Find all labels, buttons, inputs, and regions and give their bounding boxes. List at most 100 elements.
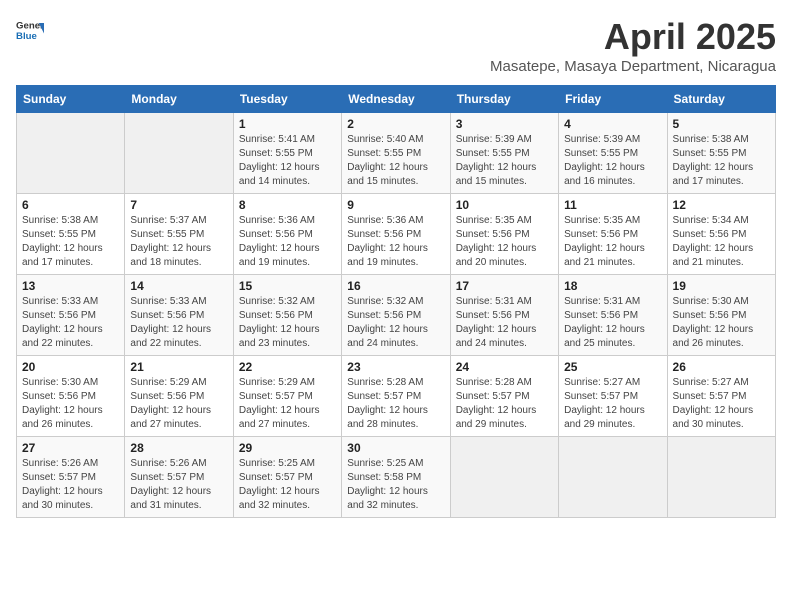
day-number: 10	[456, 198, 553, 212]
day-cell: 13 Sunrise: 5:33 AMSunset: 5:56 PMDayligh…	[17, 275, 125, 356]
day-number: 14	[130, 279, 227, 293]
day-info: Sunrise: 5:34 AMSunset: 5:56 PMDaylight:…	[673, 215, 754, 268]
week-row-2: 6Sunrise: 5:38 AMSunset: 5:55 PMDaylight…	[17, 194, 776, 275]
day-cell: 28 Sunrise: 5:26 AMSunset: 5:57 PMDayligh…	[125, 437, 233, 518]
day-info: Sunrise: 5:26 AMSunset: 5:57 PMDaylight:…	[130, 458, 211, 511]
day-cell: 22 Sunrise: 5:29 AMSunset: 5:57 PMDayligh…	[233, 356, 341, 437]
day-number: 18	[564, 279, 661, 293]
day-info: Sunrise: 5:38 AMSunset: 5:55 PMDaylight:…	[673, 134, 754, 187]
day-cell: 11 Sunrise: 5:35 AMSunset: 5:56 PMDayligh…	[559, 194, 667, 275]
week-row-1: 1Sunrise: 5:41 AMSunset: 5:55 PMDaylight…	[17, 113, 776, 194]
day-cell: 16 Sunrise: 5:32 AMSunset: 5:56 PMDayligh…	[342, 275, 450, 356]
day-number: 4	[564, 117, 661, 131]
day-number: 2	[347, 117, 444, 131]
day-cell: 3 Sunrise: 5:39 AMSunset: 5:55 PMDaylight…	[450, 113, 558, 194]
day-info: Sunrise: 5:28 AMSunset: 5:57 PMDaylight:…	[456, 377, 537, 430]
calendar-table: SundayMondayTuesdayWednesdayThursdayFrid…	[16, 85, 776, 518]
day-number: 17	[456, 279, 553, 293]
day-info: Sunrise: 5:35 AMSunset: 5:56 PMDaylight:…	[564, 215, 645, 268]
week-row-4: 20 Sunrise: 5:30 AMSunset: 5:56 PMDayligh…	[17, 356, 776, 437]
day-number: 20	[22, 360, 119, 374]
logo-icon: General Blue	[16, 16, 44, 44]
day-cell: 15 Sunrise: 5:32 AMSunset: 5:56 PMDayligh…	[233, 275, 341, 356]
day-cell: 26 Sunrise: 5:27 AMSunset: 5:57 PMDayligh…	[667, 356, 775, 437]
day-info: Sunrise: 5:29 AMSunset: 5:57 PMDaylight:…	[239, 377, 320, 430]
day-cell: 29Sunrise: 5:25 AMSunset: 5:57 PMDayligh…	[233, 437, 341, 518]
day-cell: 8 Sunrise: 5:36 AMSunset: 5:56 PMDaylight…	[233, 194, 341, 275]
page-header: General Blue April 2025 Masatepe, Masaya…	[16, 16, 776, 75]
day-cell: 4Sunrise: 5:39 AMSunset: 5:55 PMDaylight…	[559, 113, 667, 194]
logo: General Blue	[16, 16, 44, 44]
day-cell: 18Sunrise: 5:31 AMSunset: 5:56 PMDayligh…	[559, 275, 667, 356]
day-headers-row: SundayMondayTuesdayWednesdayThursdayFrid…	[17, 86, 776, 113]
title-area: April 2025 Masatepe, Masaya Department, …	[490, 16, 776, 75]
day-number: 6	[22, 198, 119, 212]
day-cell: 10 Sunrise: 5:35 AMSunset: 5:56 PMDayligh…	[450, 194, 558, 275]
day-number: 19	[673, 279, 770, 293]
day-number: 29	[239, 441, 336, 455]
day-info: Sunrise: 5:29 AMSunset: 5:56 PMDaylight:…	[130, 377, 211, 430]
day-number: 21	[130, 360, 227, 374]
day-info: Sunrise: 5:39 AMSunset: 5:55 PMDaylight:…	[456, 134, 537, 187]
day-info: Sunrise: 5:31 AMSunset: 5:56 PMDaylight:…	[456, 296, 537, 349]
day-cell: 12 Sunrise: 5:34 AMSunset: 5:56 PMDayligh…	[667, 194, 775, 275]
day-info: Sunrise: 5:27 AMSunset: 5:57 PMDaylight:…	[564, 377, 645, 430]
day-info: Sunrise: 5:25 AMSunset: 5:58 PMDaylight:…	[347, 458, 428, 511]
week-row-5: 27Sunrise: 5:26 AMSunset: 5:57 PMDayligh…	[17, 437, 776, 518]
day-number: 5	[673, 117, 770, 131]
svg-text:General: General	[16, 20, 44, 31]
day-number: 3	[456, 117, 553, 131]
day-cell: 30Sunrise: 5:25 AMSunset: 5:58 PMDayligh…	[342, 437, 450, 518]
day-info: Sunrise: 5:30 AMSunset: 5:56 PMDaylight:…	[673, 296, 754, 349]
day-number: 11	[564, 198, 661, 212]
day-cell	[667, 437, 775, 518]
day-info: Sunrise: 5:28 AMSunset: 5:57 PMDaylight:…	[347, 377, 428, 430]
day-cell: 2Sunrise: 5:40 AMSunset: 5:55 PMDaylight…	[342, 113, 450, 194]
day-info: Sunrise: 5:27 AMSunset: 5:57 PMDaylight:…	[673, 377, 754, 430]
day-number: 28	[130, 441, 227, 455]
day-info: Sunrise: 5:41 AMSunset: 5:55 PMDaylight:…	[239, 134, 320, 187]
col-header-tuesday: Tuesday	[233, 86, 341, 113]
day-cell: 9 Sunrise: 5:36 AMSunset: 5:56 PMDaylight…	[342, 194, 450, 275]
day-cell: 27Sunrise: 5:26 AMSunset: 5:57 PMDayligh…	[17, 437, 125, 518]
week-row-3: 13 Sunrise: 5:33 AMSunset: 5:56 PMDayligh…	[17, 275, 776, 356]
day-cell: 20 Sunrise: 5:30 AMSunset: 5:56 PMDayligh…	[17, 356, 125, 437]
day-cell: 7 Sunrise: 5:37 AMSunset: 5:55 PMDaylight…	[125, 194, 233, 275]
col-header-wednesday: Wednesday	[342, 86, 450, 113]
day-info: Sunrise: 5:37 AMSunset: 5:55 PMDaylight:…	[130, 215, 211, 268]
svg-text:Blue: Blue	[16, 31, 37, 42]
day-number: 26	[673, 360, 770, 374]
day-info: Sunrise: 5:33 AMSunset: 5:56 PMDaylight:…	[22, 296, 103, 349]
day-number: 15	[239, 279, 336, 293]
day-info: Sunrise: 5:32 AMSunset: 5:56 PMDaylight:…	[347, 296, 428, 349]
day-info: Sunrise: 5:36 AMSunset: 5:56 PMDaylight:…	[347, 215, 428, 268]
day-info: Sunrise: 5:35 AMSunset: 5:56 PMDaylight:…	[456, 215, 537, 268]
day-cell: 19 Sunrise: 5:30 AMSunset: 5:56 PMDayligh…	[667, 275, 775, 356]
day-cell: 21 Sunrise: 5:29 AMSunset: 5:56 PMDayligh…	[125, 356, 233, 437]
day-cell: 17 Sunrise: 5:31 AMSunset: 5:56 PMDayligh…	[450, 275, 558, 356]
col-header-monday: Monday	[125, 86, 233, 113]
day-info: Sunrise: 5:30 AMSunset: 5:56 PMDaylight:…	[22, 377, 103, 430]
day-cell: 5 Sunrise: 5:38 AMSunset: 5:55 PMDaylight…	[667, 113, 775, 194]
day-number: 23	[347, 360, 444, 374]
day-cell: 24 Sunrise: 5:28 AMSunset: 5:57 PMDayligh…	[450, 356, 558, 437]
day-info: Sunrise: 5:32 AMSunset: 5:56 PMDaylight:…	[239, 296, 320, 349]
day-number: 24	[456, 360, 553, 374]
day-number: 8	[239, 198, 336, 212]
day-cell: 23 Sunrise: 5:28 AMSunset: 5:57 PMDayligh…	[342, 356, 450, 437]
day-cell	[125, 113, 233, 194]
day-number: 12	[673, 198, 770, 212]
col-header-saturday: Saturday	[667, 86, 775, 113]
day-number: 16	[347, 279, 444, 293]
day-cell: 6Sunrise: 5:38 AMSunset: 5:55 PMDaylight…	[17, 194, 125, 275]
day-number: 9	[347, 198, 444, 212]
subtitle: Masatepe, Masaya Department, Nicaragua	[490, 58, 776, 75]
day-number: 22	[239, 360, 336, 374]
day-cell: 1Sunrise: 5:41 AMSunset: 5:55 PMDaylight…	[233, 113, 341, 194]
day-cell: 25Sunrise: 5:27 AMSunset: 5:57 PMDayligh…	[559, 356, 667, 437]
day-number: 13	[22, 279, 119, 293]
day-number: 7	[130, 198, 227, 212]
day-info: Sunrise: 5:36 AMSunset: 5:56 PMDaylight:…	[239, 215, 320, 268]
day-cell	[450, 437, 558, 518]
col-header-friday: Friday	[559, 86, 667, 113]
